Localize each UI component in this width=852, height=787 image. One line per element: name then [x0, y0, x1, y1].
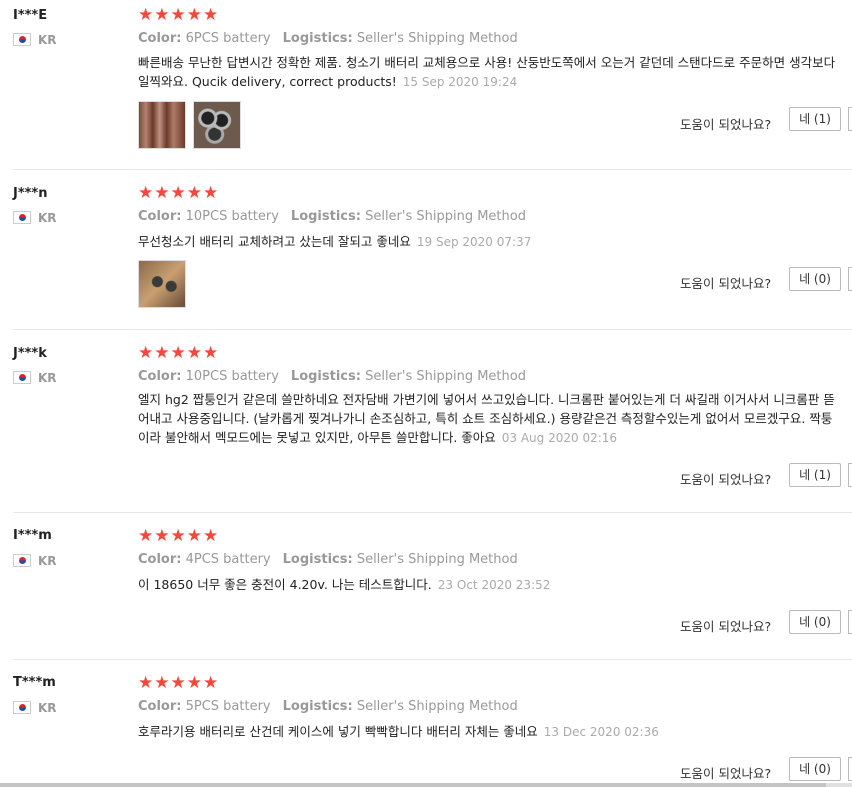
- reviewer-name: J***k: [13, 346, 47, 361]
- kr-flag-icon: [13, 211, 31, 224]
- scrollbar-thumb[interactable]: [0, 783, 826, 787]
- kr-flag-icon: [13, 371, 31, 384]
- helpful-no-button[interactable]: [848, 610, 852, 634]
- color-label: Color:: [138, 31, 182, 46]
- color-label: Color:: [138, 369, 182, 384]
- rating-stars: ★★★★★: [138, 526, 220, 546]
- helpful-no-button[interactable]: [848, 107, 852, 131]
- review-meta: Color: 10PCS battery Logistics: Seller's …: [138, 209, 526, 224]
- kr-flag-icon: [13, 701, 31, 714]
- helpful-yes-button[interactable]: 네 (1): [789, 463, 841, 487]
- divider: [13, 512, 852, 513]
- reviewer-name: I***m: [13, 528, 52, 543]
- reviewer-name: I***E: [13, 8, 48, 23]
- logistics-label: Logistics:: [290, 209, 361, 224]
- review-text: 엘지 hg2 짭퉁인거 같은데 쓸만하네요 전자담배 가변기에 넣어서 쓰고있습…: [138, 392, 835, 445]
- country-code: KR: [38, 33, 57, 47]
- reviewer-name: T***m: [13, 675, 56, 690]
- review-photo[interactable]: [138, 101, 186, 149]
- color-label: Color:: [138, 209, 182, 224]
- review-meta: Color: 10PCS battery Logistics: Seller's …: [138, 369, 526, 384]
- logistics-label: Logistics:: [282, 31, 353, 46]
- helpful-question: 도움이 되었나요?: [680, 472, 772, 487]
- color-label: Color:: [138, 552, 182, 567]
- helpful-yes-button[interactable]: 네 (1): [789, 107, 841, 131]
- color-value: 4PCS battery: [185, 552, 271, 567]
- review-text: 빠른배송 무난한 답변시간 정확한 제품. 청소기 배터리 교체용으로 사용! …: [138, 55, 836, 89]
- review-date: 19 Sep 2020 07:37: [416, 235, 532, 249]
- divider: [13, 169, 852, 170]
- review-photo[interactable]: [138, 260, 186, 308]
- helpful-question: 도움이 되었나요?: [680, 619, 772, 634]
- helpful-question: 도움이 되었나요?: [680, 766, 772, 781]
- helpful-yes-button[interactable]: 네 (0): [789, 757, 841, 781]
- rating-stars: ★★★★★: [138, 183, 220, 203]
- review-text: 이 18650 너무 좋은 충전이 4.20v. 나는 테스트합니다. 23 Oc…: [138, 577, 551, 592]
- color-label: Color:: [138, 699, 182, 714]
- divider: [13, 659, 852, 660]
- review-photo[interactable]: [193, 101, 241, 149]
- review-date: 03 Aug 2020 02:16: [501, 431, 618, 445]
- helpful-no-button[interactable]: [848, 267, 852, 291]
- helpful-question: 도움이 되었나요?: [680, 117, 772, 132]
- reviewer-name: J***n: [13, 186, 48, 201]
- kr-flag-icon: [13, 554, 31, 567]
- review-meta: Color: 4PCS battery Logistics: Seller's S…: [138, 552, 518, 567]
- review-date: 13 Dec 2020 02:36: [543, 725, 659, 739]
- rating-stars: ★★★★★: [138, 343, 220, 363]
- kr-flag-icon: [13, 33, 31, 46]
- review-text: 호루라기용 배터리로 산건데 케이스에 넣기 빡빡합니다 배터리 자체는 좋네요…: [138, 724, 659, 739]
- country-code: KR: [38, 554, 57, 568]
- logistics-label: Logistics:: [282, 699, 353, 714]
- review-text: 무선청소기 배터리 교체하려고 샀는데 잘되고 좋네요 19 Sep 2020 0…: [138, 234, 532, 249]
- helpful-no-button[interactable]: [848, 463, 852, 487]
- logistics-value: Seller's Shipping Method: [365, 209, 526, 224]
- logistics-value: Seller's Shipping Method: [365, 369, 526, 384]
- color-value: 5PCS battery: [185, 699, 271, 714]
- logistics-label: Logistics:: [290, 369, 361, 384]
- review-date: 15 Sep 2020 19:24: [402, 75, 518, 89]
- helpful-yes-button[interactable]: 네 (0): [789, 267, 841, 291]
- color-value: 6PCS battery: [185, 31, 271, 46]
- helpful-yes-button[interactable]: 네 (0): [789, 610, 841, 634]
- country-code: KR: [38, 211, 57, 225]
- logistics-label: Logistics:: [282, 552, 353, 567]
- review-meta: Color: 5PCS battery Logistics: Seller's S…: [138, 699, 518, 714]
- color-value: 10PCS battery: [185, 209, 279, 224]
- country-code: KR: [38, 371, 57, 385]
- review-meta: Color: 6PCS battery Logistics: Seller's S…: [138, 31, 518, 46]
- helpful-question: 도움이 되었나요?: [680, 276, 772, 291]
- color-value: 10PCS battery: [185, 369, 279, 384]
- logistics-value: Seller's Shipping Method: [356, 552, 518, 567]
- horizontal-scrollbar[interactable]: [0, 783, 852, 787]
- logistics-value: Seller's Shipping Method: [356, 699, 518, 714]
- review-date: 23 Oct 2020 23:52: [437, 578, 551, 592]
- rating-stars: ★★★★★: [138, 5, 220, 25]
- rating-stars: ★★★★★: [138, 673, 220, 693]
- country-code: KR: [38, 701, 57, 715]
- logistics-value: Seller's Shipping Method: [356, 31, 518, 46]
- divider: [13, 329, 852, 330]
- helpful-no-button[interactable]: [848, 757, 852, 781]
